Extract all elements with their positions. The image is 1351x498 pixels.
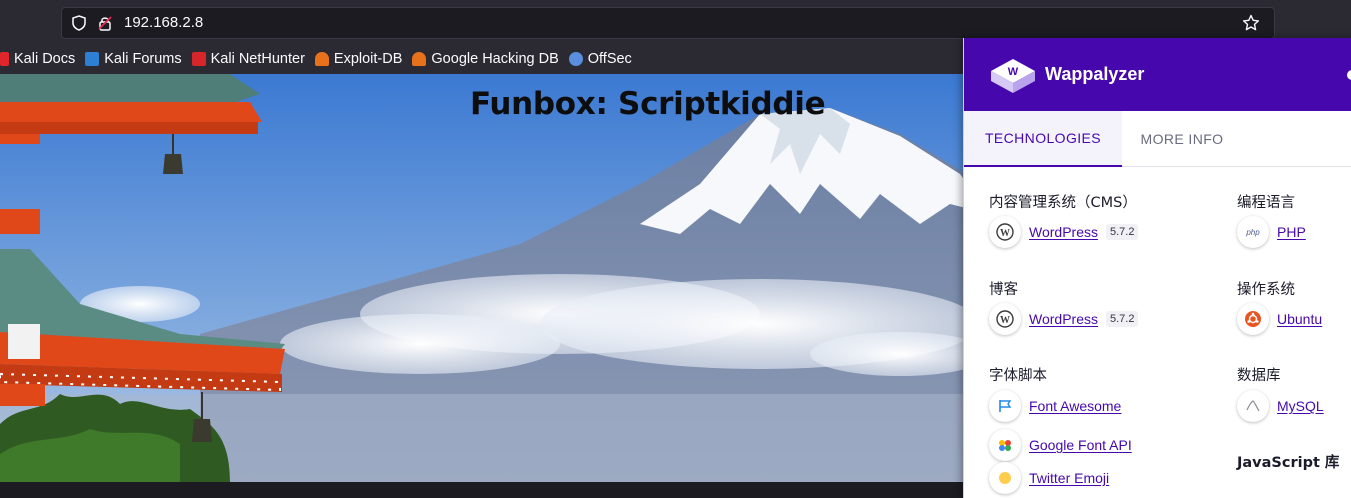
tech-name-link[interactable]: Ubuntu — [1277, 311, 1322, 327]
font-awesome-icon — [989, 390, 1021, 422]
wappalyzer-logo-icon: W — [991, 59, 1035, 93]
bookmark-kali-nethunter[interactable]: Kali NetHunter — [191, 47, 311, 71]
wordpress-icon: W — [989, 303, 1021, 335]
category-os: 操作系统 — [1237, 282, 1295, 298]
category-cms: 内容管理系统（CMS） — [989, 195, 1137, 211]
tab-more-info[interactable]: MORE INFO — [1122, 111, 1242, 167]
kali-forums-favicon — [85, 52, 100, 66]
tech-name-link[interactable]: PHP — [1277, 224, 1306, 240]
kali-nethunter-favicon — [191, 52, 206, 66]
bookmark-label: Exploit-DB — [333, 51, 403, 67]
bookmark-star-icon[interactable] — [1242, 14, 1260, 32]
wappalyzer-brand: Wappalyzer — [1045, 64, 1145, 84]
category-language: 编程语言 — [1237, 195, 1295, 211]
ubuntu-icon — [1237, 303, 1269, 335]
wappalyzer-header: W Wappalyzer — [964, 38, 1351, 111]
wappalyzer-popup: W Wappalyzer TECHNOLOGIES MORE INFO 内容管理… — [963, 38, 1351, 498]
svg-text:W: W — [1000, 228, 1010, 239]
tech-name-link[interactable]: MySQL — [1277, 398, 1324, 414]
tech-name-link[interactable]: WordPress — [1029, 224, 1098, 240]
wappalyzer-tabs: TECHNOLOGIES MORE INFO — [964, 111, 1351, 167]
offsec-favicon — [568, 52, 583, 66]
tech-mysql: MySQL — [1237, 390, 1324, 422]
tech-name-link[interactable]: Google Font API — [1029, 437, 1132, 453]
wordpress-icon: W — [989, 216, 1021, 248]
bookmark-kali-forums[interactable]: Kali Forums — [85, 47, 187, 71]
tech-google-font-api: Google Font API — [989, 429, 1132, 461]
tech-name-link[interactable]: WordPress — [1029, 311, 1098, 327]
bookmark-exploit-db[interactable]: Exploit-DB — [314, 47, 409, 71]
tech-wordpress-cms: W WordPress 5.7.2 — [989, 216, 1139, 248]
exploit-db-favicon — [314, 52, 329, 66]
tech-ubuntu: Ubuntu — [1237, 303, 1322, 335]
bookmark-offsec[interactable]: OffSec — [568, 47, 638, 71]
version-badge: 5.7.2 — [1105, 224, 1139, 240]
category-font-scripts: 字体脚本 — [989, 368, 1047, 384]
category-database: 数据库 — [1237, 368, 1281, 384]
insecure-lock-icon[interactable] — [98, 15, 112, 31]
bookmark-label: Kali Docs — [14, 51, 76, 67]
category-javascript-libraries: JavaScript 库 — [1237, 455, 1340, 471]
bookmark-label: Google Hacking DB — [431, 51, 559, 67]
ghdb-favicon — [412, 52, 427, 66]
page-title: Funbox: Scriptkiddie — [470, 86, 826, 122]
category-blog: 博客 — [989, 282, 1018, 298]
tab-technologies[interactable]: TECHNOLOGIES — [964, 111, 1122, 167]
shield-icon[interactable] — [72, 15, 86, 31]
version-badge: 5.7.2 — [1105, 311, 1139, 327]
tech-php: php PHP — [1237, 216, 1306, 248]
theme-toggle-icon[interactable] — [1347, 70, 1351, 80]
bookmark-label: Kali NetHunter — [210, 51, 305, 67]
mysql-icon — [1237, 390, 1269, 422]
tech-twitter-emoji: Twitter Emoji — [989, 462, 1109, 494]
tech-name-link[interactable]: Font Awesome — [1029, 398, 1121, 414]
tech-wordpress-blog: W WordPress 5.7.2 — [989, 303, 1139, 335]
bookmark-label: OffSec — [587, 51, 632, 67]
bookmark-google-hacking-db[interactable]: Google Hacking DB — [412, 47, 564, 71]
svg-text:W: W — [1008, 66, 1019, 78]
kali-docs-favicon — [0, 52, 9, 66]
url-text[interactable]: 192.168.2.8 — [124, 14, 203, 31]
bookmark-label: Kali Forums — [104, 51, 182, 67]
svg-text:W: W — [1000, 315, 1010, 326]
php-icon: php — [1237, 216, 1269, 248]
twitter-emoji-icon — [989, 462, 1021, 494]
bookmark-kali-docs[interactable]: Kali Docs — [0, 47, 81, 71]
tech-font-awesome: Font Awesome — [989, 390, 1121, 422]
tech-name-link[interactable]: Twitter Emoji — [1029, 470, 1109, 486]
svg-text:php: php — [1245, 228, 1260, 237]
address-bar[interactable]: 192.168.2.8 — [61, 7, 1275, 39]
google-font-api-icon — [989, 429, 1021, 461]
